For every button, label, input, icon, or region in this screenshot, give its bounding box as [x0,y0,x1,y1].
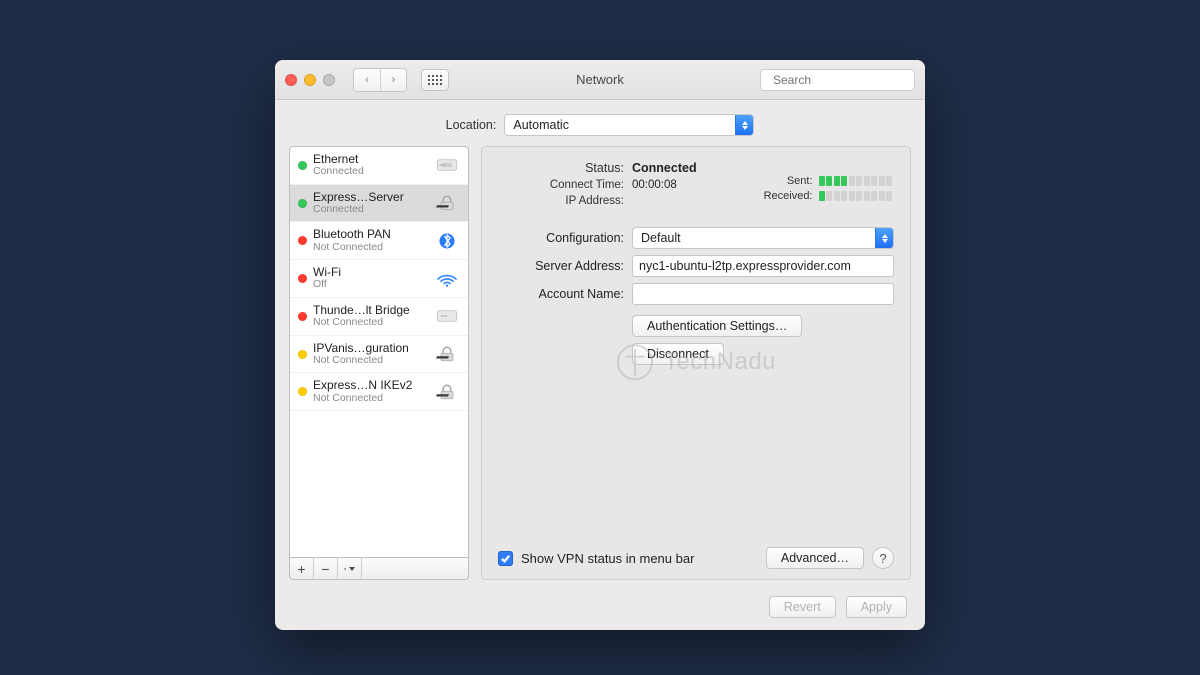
network-preferences-window: ‹ › Network Location: Automatic Ethernet… [275,60,925,630]
sidebar-item-bluetooth-2[interactable]: Bluetooth PANNot Connected [290,222,468,260]
sidebar-item-sub: Not Connected [313,242,428,254]
location-label: Location: [446,118,497,132]
checkmark-icon [500,553,511,564]
nav-buttons: ‹ › [353,68,407,92]
location-row: Location: Automatic [275,100,925,146]
search-input[interactable] [771,72,930,88]
received-meter [819,191,893,201]
service-list[interactable]: EthernetConnectedExpress…ServerConnected… [289,146,469,558]
status-dot-icon [298,274,307,283]
sent-label: Sent: [787,175,813,187]
titlebar: ‹ › Network [275,60,925,100]
revert-button[interactable]: Revert [769,596,836,618]
sidebar-item-sub: Off [313,279,428,291]
body: EthernetConnectedExpress…ServerConnected… [275,146,925,588]
sidebar-item-vpn-1[interactable]: Express…ServerConnected [290,185,468,223]
sidebar-item-vpn-6[interactable]: Express…N IKEv2Not Connected [290,373,468,411]
sidebar-item-sub: Not Connected [313,355,428,367]
sidebar-item-text: Bluetooth PANNot Connected [313,228,428,253]
vpn-icon [434,192,460,214]
wifi-icon [434,268,460,290]
sidebar-item-name: IPVanis…guration [313,342,428,355]
window-footer: Revert Apply [275,588,925,630]
received-label: Received: [764,190,813,202]
grid-icon [428,75,442,85]
ip-address-label: IP Address: [498,195,624,207]
gear-icon [344,563,346,575]
location-select[interactable]: Automatic [504,114,754,136]
add-service-button[interactable]: + [290,558,314,579]
forward-button[interactable]: › [380,69,406,91]
status-label: Status: [498,161,624,175]
sidebar: EthernetConnectedExpress…ServerConnected… [289,146,469,580]
status-dot-icon [298,350,307,359]
account-name-label: Account Name: [498,287,624,301]
chevron-updown-icon [735,115,753,135]
vpn-icon [434,381,460,403]
status-dot-icon [298,387,307,396]
traffic-lights [285,74,335,86]
sidebar-item-name: Bluetooth PAN [313,228,428,241]
status-dot-icon [298,236,307,245]
sidebar-item-sub: Not Connected [313,393,428,405]
sidebar-item-wifi-3[interactable]: Wi-FiOff [290,260,468,298]
status-dot-icon [298,199,307,208]
apply-button[interactable]: Apply [846,596,907,618]
traffic-meters: Sent: Received: [764,175,892,202]
sidebar-item-text: Thunde…lt BridgeNot Connected [313,304,428,329]
server-address-label: Server Address: [498,259,624,273]
status-value: Connected [632,161,697,175]
sidebar-footer: + − [289,558,469,580]
sidebar-item-sub: Not Connected [313,317,428,329]
close-icon[interactable] [285,74,297,86]
sidebar-item-text: EthernetConnected [313,153,428,178]
status-dot-icon [298,312,307,321]
location-value: Automatic [513,118,569,132]
bluetooth-icon [434,230,460,252]
sidebar-item-thunderbolt-4[interactable]: Thunde…lt BridgeNot Connected [290,298,468,336]
sidebar-item-sub: Connected [313,166,428,178]
minimize-icon[interactable] [304,74,316,86]
maximize-icon [323,74,335,86]
search-field[interactable] [760,69,915,91]
thunderbolt-icon [434,305,460,327]
configuration-value: Default [641,231,681,245]
configuration-select[interactable]: Default [632,227,894,249]
show-vpn-status-label: Show VPN status in menu bar [521,551,694,566]
disconnect-button[interactable]: Disconnect [632,343,724,365]
ethernet-icon [434,154,460,176]
help-button[interactable]: ? [872,547,894,569]
sidebar-item-sub: Connected [313,204,428,216]
sidebar-item-text: Wi-FiOff [313,266,428,291]
chevron-updown-icon [875,228,893,248]
account-name-input[interactable] [632,283,894,305]
remove-service-button[interactable]: − [314,558,338,579]
show-vpn-status-checkbox[interactable] [498,551,513,566]
show-all-button[interactable] [421,69,449,91]
status-dot-icon [298,161,307,170]
sidebar-item-name: Express…Server [313,191,428,204]
authentication-settings-button[interactable]: Authentication Settings… [632,315,802,337]
sidebar-item-name: Wi-Fi [313,266,428,279]
service-actions-button[interactable] [338,558,362,579]
sidebar-item-text: Express…N IKEv2Not Connected [313,379,428,404]
configuration-label: Configuration: [498,231,624,245]
sidebar-item-ethernet-0[interactable]: EthernetConnected [290,147,468,185]
detail-pane: TechNadu Status: Connected Connect Time:… [481,146,911,580]
connect-time-value: 00:00:08 [632,179,677,191]
advanced-button[interactable]: Advanced… [766,547,864,569]
sidebar-item-text: IPVanis…gurationNot Connected [313,342,428,367]
sidebar-item-text: Express…ServerConnected [313,191,428,216]
server-address-input[interactable] [632,255,894,277]
sidebar-item-name: Express…N IKEv2 [313,379,428,392]
sent-meter [819,176,893,186]
vpn-icon [434,343,460,365]
connect-time-label: Connect Time: [498,179,624,191]
sidebar-item-vpn-5[interactable]: IPVanis…gurationNot Connected [290,336,468,374]
back-button[interactable]: ‹ [354,69,380,91]
